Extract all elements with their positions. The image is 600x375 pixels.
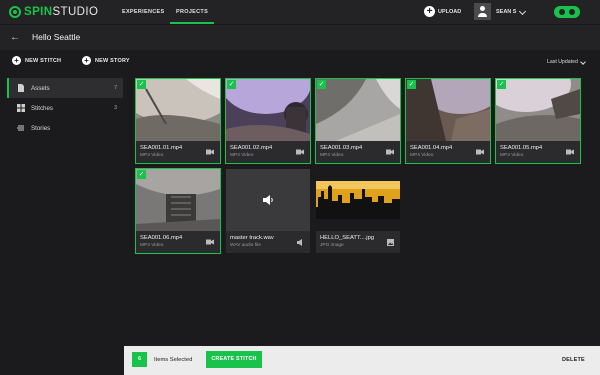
image-icon (387, 239, 394, 246)
video-thumbnail (226, 79, 310, 141)
asset-meta: SEA001.04.mp4 MP4 Video (406, 141, 490, 163)
sidebar-item-assets[interactable]: Assets 7 (7, 78, 123, 98)
nav-experiences[interactable]: EXPERIENCES (122, 0, 164, 24)
spinstudio-logo[interactable]: SPINSTUDIO (9, 6, 98, 18)
checkmark-icon[interactable]: ✓ (137, 170, 146, 179)
selection-bar: 6 Items Selected CREATE STITCH DELETE (124, 346, 600, 375)
sidebar: Assets 7 Stitches 3 Stories (7, 78, 123, 138)
sidebar-item-label: Assets (31, 84, 50, 92)
asset-meta: SEA001.02.mp4 MP4 Video (226, 141, 310, 163)
video-thumbnail (496, 79, 580, 141)
selected-count-badge: 6 (132, 352, 147, 367)
new-story-button[interactable]: + NEW STORY (82, 56, 130, 65)
chevron-down-icon[interactable] (518, 7, 527, 16)
action-bar: + NEW STITCH + NEW STORY Last Updated (0, 50, 600, 74)
assets-icon (18, 84, 24, 92)
asset-card[interactable]: ✓ SEA001.05.mp4 MP4 Video (495, 78, 581, 164)
new-story-label: NEW STORY (95, 57, 130, 64)
asset-card[interactable]: ✓ SEA001.01.mp4 MP4 Video (135, 78, 221, 164)
asset-card[interactable]: ✓ SEA001.02.mp4 MP4 Video (225, 78, 311, 164)
new-stitch-label: NEW STITCH (25, 57, 62, 64)
logo-text: SPINSTUDIO (24, 6, 99, 18)
image-thumbnail (316, 169, 400, 231)
video-thumbnail (316, 79, 400, 141)
video-thumbnail (406, 79, 490, 141)
asset-meta: HELLO_SEATT....jpg JPG image (316, 231, 400, 253)
user-name[interactable]: SEAN S (496, 0, 516, 24)
asset-card[interactable]: ✓ SEA001.04.mp4 MP4 Video (405, 78, 491, 164)
speaker-icon (297, 239, 302, 246)
speaker-icon (263, 195, 273, 205)
sidebar-item-count: 7 (114, 85, 117, 91)
view-toggle[interactable] (554, 6, 580, 18)
user-icon (480, 6, 485, 11)
checkmark-icon[interactable]: ✓ (407, 80, 416, 89)
video-camera-icon (206, 239, 214, 245)
sidebar-item-label: Stitches (31, 104, 54, 112)
video-camera-icon (206, 149, 214, 155)
asset-card[interactable]: ✓ SEA001.03.mp4 MP4 Video (315, 78, 401, 164)
asset-card[interactable]: ✓ SEA001.06.mp4 MP4 Video (135, 168, 221, 254)
delete-button[interactable]: DELETE (562, 357, 585, 363)
video-camera-icon (296, 149, 304, 155)
new-stitch-button[interactable]: + NEW STITCH (12, 56, 61, 65)
upload-button[interactable]: + UPLOAD (424, 6, 461, 17)
logo-mark-icon (9, 6, 21, 18)
checkmark-icon[interactable]: ✓ (137, 80, 146, 89)
audio-thumbnail (226, 169, 310, 231)
page-title: Hello Seattle (32, 32, 81, 42)
nav-projects[interactable]: PROJECTS (169, 0, 215, 24)
asset-meta: SEA001.01.mp4 MP4 Video (136, 141, 220, 163)
asset-meta: SEA001.03.mp4 MP4 Video (316, 141, 400, 163)
sidebar-item-stitches[interactable]: Stitches 3 (7, 98, 123, 118)
stitches-icon (17, 104, 25, 112)
sort-dropdown[interactable]: Last Updated (547, 59, 578, 65)
checkmark-icon[interactable]: ✓ (497, 80, 506, 89)
plus-icon: + (82, 56, 91, 65)
stories-icon (17, 125, 24, 131)
asset-card[interactable]: HELLO_SEATT....jpg JPG image (316, 169, 400, 253)
avatar[interactable] (474, 3, 491, 20)
back-arrow-icon[interactable]: ← (10, 33, 20, 43)
video-thumbnail (136, 169, 220, 231)
checkmark-icon[interactable]: ✓ (317, 80, 326, 89)
video-thumbnail (136, 79, 220, 141)
sidebar-item-stories[interactable]: Stories (7, 118, 123, 138)
page-header: ← Hello Seattle (0, 24, 600, 50)
asset-meta: SEA001.05.mp4 MP4 Video (496, 141, 580, 163)
chevron-down-icon[interactable] (580, 59, 586, 65)
checkmark-icon[interactable]: ✓ (227, 80, 236, 89)
video-camera-icon (386, 149, 394, 155)
asset-card[interactable]: master track.wav WAV audio file (226, 169, 310, 253)
asset-meta: master track.wav WAV audio file (226, 231, 310, 253)
video-camera-icon (476, 149, 484, 155)
plus-icon: + (12, 56, 21, 65)
upload-plus-icon: + (424, 6, 435, 17)
sidebar-item-label: Stories (31, 124, 51, 132)
top-nav: SPINSTUDIO EXPERIENCES PROJECTS + UPLOAD… (0, 0, 600, 24)
create-stitch-button[interactable]: CREATE STITCH (206, 351, 262, 368)
sidebar-item-count: 3 (114, 105, 117, 111)
selected-count-label: Items Selected (154, 357, 193, 363)
upload-label: UPLOAD (438, 8, 462, 15)
video-camera-icon (566, 149, 574, 155)
asset-meta: SEA001.06.mp4 MP4 Video (136, 231, 220, 253)
